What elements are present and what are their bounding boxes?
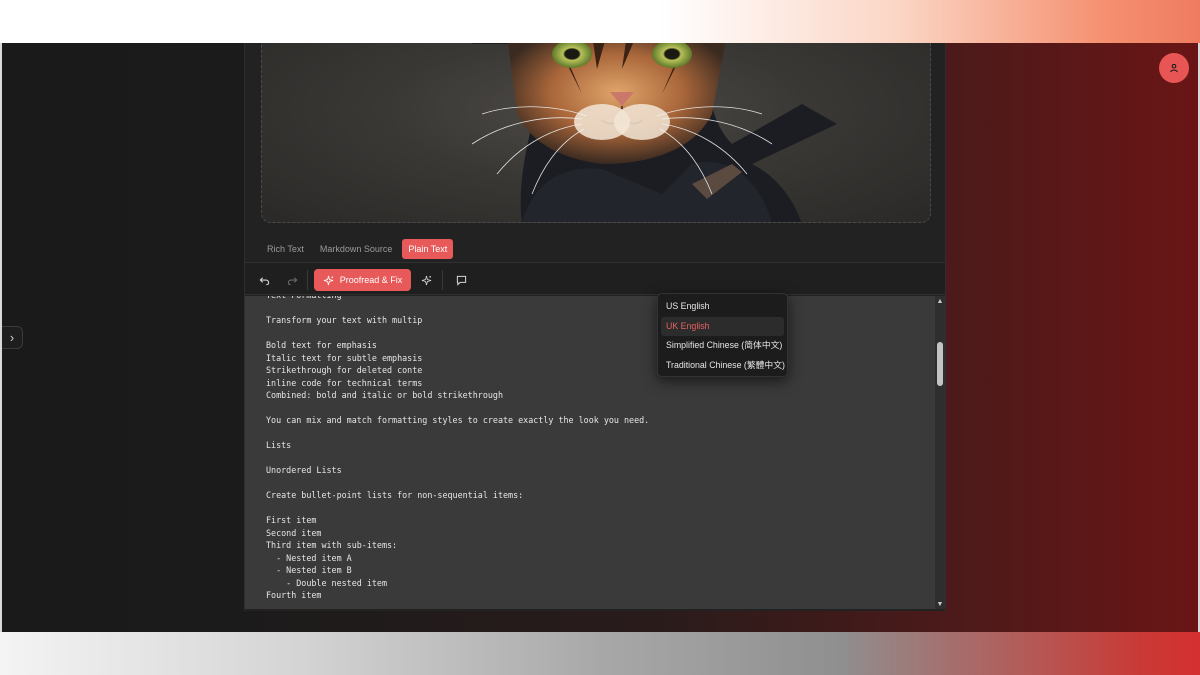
redo-button[interactable] [283,269,301,291]
editor-card: Rich Text Markdown Source Plain Text Pro… [244,43,946,611]
editor-line: inline code for technical terms [266,377,423,388]
user-icon [1170,63,1178,73]
scroll-up-arrow-icon[interactable]: ▲ [935,296,945,306]
editor-line: Bold text for emphasis [266,340,377,350]
sidebar-expand-button[interactable]: › [2,326,23,349]
editor-scrollbar[interactable]: ▲ ▼ [935,296,945,609]
editor-line: Transform your text with multip [266,315,423,325]
proofread-fix-button[interactable]: Proofread & Fix [314,269,411,291]
language-option-traditional-chinese[interactable]: Traditional Chinese (繁體中文) [661,356,785,376]
language-option-us-english[interactable]: US English [661,297,784,317]
editor-line: Create bullet-point lists for non-sequen… [266,490,524,500]
editor-text[interactable]: Text Formatting Transform your text with… [266,296,649,602]
chevron-right-icon: › [9,330,15,345]
redo-icon [287,276,297,285]
language-dropdown-menu: US English UK English Simplified Chinese… [657,293,788,377]
editor-line: Third item with sub-items: [266,540,398,550]
magic-wand-button[interactable] [417,269,435,291]
editor-line: Italic text for subtle emphasis [266,352,423,363]
undo-button[interactable] [255,269,273,291]
editor-line: Unordered Lists [266,465,342,475]
view-mode-tabs: Rich Text Markdown Source Plain Text [261,239,454,259]
editor-line: Lists [266,440,292,450]
magic-wand-icon [421,275,431,285]
proofread-fix-label: Proofread & Fix [339,275,403,285]
editor-line: Fourth item [266,590,322,600]
scrollbar-thumb[interactable] [937,342,943,386]
editor-line: Combined: bold and italic or bold strike… [266,390,503,400]
editor-line: - Nested item B [266,565,352,575]
plain-text-editor[interactable]: Text Formatting Transform your text with… [245,296,945,609]
editor-line: Second item [266,527,322,538]
language-option-simplified-chinese[interactable]: Simplified Chinese (简体中文) [661,336,784,356]
editor-line: Strikethrough for deleted conte [266,365,423,375]
desktop-background-top [0,0,1200,43]
user-avatar-button[interactable] [1159,53,1189,83]
language-option-uk-english[interactable]: UK English [661,316,784,336]
toolbar-divider [442,270,443,290]
tab-markdown-source[interactable]: Markdown Source [314,239,399,259]
cat-ninja-picture [471,43,837,222]
uploaded-image [261,43,931,223]
tab-rich-text[interactable]: Rich Text [261,239,310,259]
scroll-down-arrow-icon[interactable]: ▼ [935,599,945,609]
undo-icon [259,276,269,285]
comment-icon [456,275,466,286]
desktop-background-bottom [0,632,1200,675]
toolbar-divider [307,270,308,290]
editor-line: First item [266,515,317,525]
editor-toolbar: Proofread & Fix [245,262,945,295]
comment-button[interactable] [452,269,470,291]
tab-plain-text[interactable]: Plain Text [402,239,454,259]
app-window: › Rich Text Markdown Source Plain Text P… [2,43,1198,632]
editor-line: - Double nested item [266,577,388,588]
editor-line: You can mix and match formatting styles … [266,415,650,425]
sparkle-icon [323,275,334,285]
editor-line: - Nested item A [266,552,352,563]
